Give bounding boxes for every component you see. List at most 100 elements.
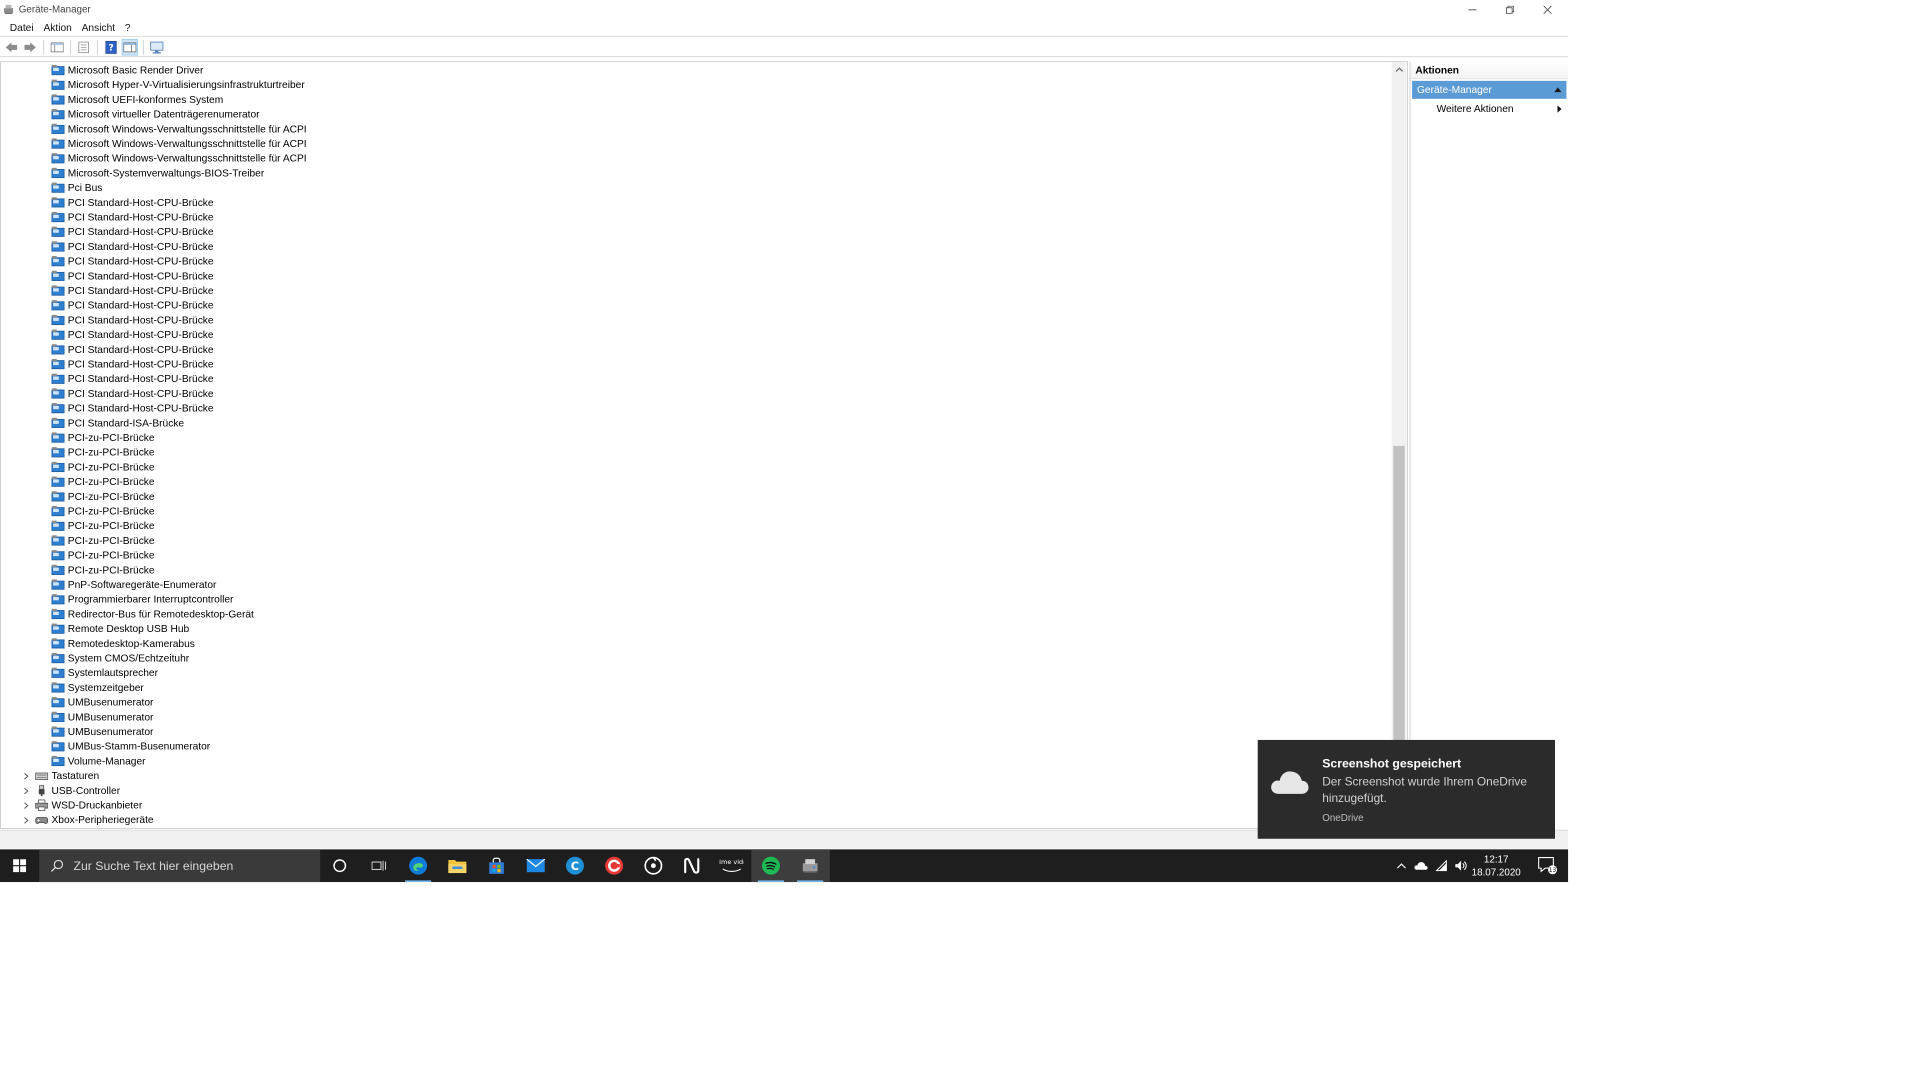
help-button[interactable]: ? bbox=[103, 39, 119, 55]
tree-device-item[interactable]: PCI Standard-Host-CPU-Brücke bbox=[51, 342, 214, 357]
tree-expand-button[interactable] bbox=[22, 783, 30, 798]
tree-device-item[interactable]: PCI Standard-Host-CPU-Brücke bbox=[51, 283, 214, 298]
tree-device-item[interactable]: Microsoft-Systemverwaltungs-BIOS-Treiber bbox=[51, 166, 264, 181]
tree-device-item[interactable]: Volume-Manager bbox=[51, 754, 146, 769]
tree-device-item[interactable]: Microsoft Hyper-V-Virtualisierungsinfras… bbox=[51, 78, 305, 93]
tree-device-item[interactable]: Microsoft Windows-Verwaltungsschnittstel… bbox=[51, 151, 307, 166]
tree-device-item[interactable]: PCI Standard-ISA-Brücke bbox=[51, 416, 184, 431]
actions-section-geraete-manager[interactable]: Geräte-Manager bbox=[1412, 80, 1567, 99]
tree-device-item[interactable]: Remote Desktop USB Hub bbox=[51, 622, 189, 637]
tree-device-item[interactable]: Microsoft Basic Render Driver bbox=[51, 63, 203, 78]
tree-device-item[interactable]: PCI-zu-PCI-Brücke bbox=[51, 489, 155, 504]
spotify-button[interactable] bbox=[751, 849, 791, 883]
tree-device-item[interactable]: Remotedesktop-Kamerabus bbox=[51, 636, 195, 651]
forward-arrow-icon bbox=[24, 42, 36, 52]
action-pane-button[interactable] bbox=[121, 38, 139, 56]
tree-device-item[interactable]: PCI-zu-PCI-Brücke bbox=[51, 533, 155, 548]
start-button[interactable] bbox=[0, 849, 39, 882]
tree-device-item[interactable]: Systemlautsprecher bbox=[51, 666, 158, 681]
tree-device-item[interactable]: PCI Standard-Host-CPU-Brücke bbox=[51, 327, 214, 342]
scan-hardware-button[interactable] bbox=[149, 39, 165, 55]
notion-button[interactable] bbox=[673, 849, 712, 882]
notification-center-button[interactable]: 13 bbox=[1529, 849, 1567, 882]
tree-device-item[interactable]: PCI Standard-Host-CPU-Brücke bbox=[51, 239, 214, 254]
tree-device-item[interactable]: PCI Standard-Host-CPU-Brücke bbox=[51, 357, 214, 372]
tree-device-item[interactable]: PCI Standard-Host-CPU-Brücke bbox=[51, 254, 214, 269]
tree-device-item[interactable]: Microsoft Windows-Verwaltungsschnittstel… bbox=[51, 136, 307, 151]
network-tray-button[interactable] bbox=[1432, 849, 1450, 882]
device-manager-taskbar-button[interactable] bbox=[790, 849, 830, 883]
tree-expand-button[interactable] bbox=[22, 813, 30, 828]
tree-device-item[interactable]: PCI Standard-Host-CPU-Brücke bbox=[51, 386, 214, 401]
menu-ansicht[interactable]: Ansicht bbox=[77, 22, 120, 33]
tree-device-item[interactable]: UMBusenumerator bbox=[51, 710, 153, 725]
tree-device-item[interactable]: PCI Standard-Host-CPU-Brücke bbox=[51, 269, 214, 284]
tree-device-item[interactable]: PCI Standard-Host-CPU-Brücke bbox=[51, 225, 214, 240]
tree-category-item[interactable]: Xbox-Peripheriegeräte bbox=[35, 813, 154, 828]
tree-device-item[interactable]: System CMOS/Echtzeituhr bbox=[51, 651, 189, 666]
tree-device-label: PCI Standard-Host-CPU-Brücke bbox=[67, 211, 214, 223]
tree-device-item[interactable]: PCI Standard-Host-CPU-Brücke bbox=[51, 372, 214, 387]
tree-device-item[interactable]: Microsoft UEFI-konformes System bbox=[51, 92, 223, 107]
store-button[interactable] bbox=[477, 849, 516, 882]
mail-button[interactable] bbox=[516, 849, 555, 882]
task-view-button[interactable] bbox=[359, 849, 398, 882]
menu-datei[interactable]: Datei bbox=[5, 22, 39, 33]
tree-device-item[interactable]: Pci Bus bbox=[51, 180, 102, 195]
back-button[interactable] bbox=[3, 39, 19, 55]
taskbar-search-box[interactable]: Zur Suche Text hier eingeben bbox=[39, 849, 321, 883]
close-button[interactable] bbox=[1529, 0, 1567, 19]
system-device-icon bbox=[51, 182, 65, 193]
forward-button[interactable] bbox=[22, 39, 38, 55]
tree-device-item[interactable]: PnP-Softwaregeräte-Enumerator bbox=[51, 577, 216, 592]
minimize-button[interactable] bbox=[1454, 0, 1492, 19]
tree-device-item[interactable]: PCI Standard-Host-CPU-Brücke bbox=[51, 195, 214, 210]
weitere-aktionen-item[interactable]: Weitere Aktionen bbox=[1410, 99, 1568, 119]
tree-device-item[interactable]: PCI Standard-Host-CPU-Brücke bbox=[51, 210, 214, 225]
tree-category-item[interactable]: WSD-Druckanbieter bbox=[35, 798, 142, 813]
tree-scrollbar[interactable] bbox=[1391, 62, 1407, 829]
show-hidden-icons-button[interactable] bbox=[1393, 849, 1409, 882]
tree-device-item[interactable]: PCI-zu-PCI-Brücke bbox=[51, 504, 155, 519]
ccleaner-button[interactable]: C bbox=[555, 849, 594, 882]
tree-category-item[interactable]: USB-Controller bbox=[35, 783, 120, 798]
music-app-button[interactable] bbox=[634, 849, 673, 882]
tree-device-item[interactable]: Systemzeitgeber bbox=[51, 680, 144, 695]
prime-video-button[interactable]: prime video bbox=[712, 849, 751, 882]
file-explorer-button[interactable] bbox=[438, 849, 477, 882]
menu-aktion[interactable]: Aktion bbox=[39, 22, 77, 33]
actions-pane: Aktionen Geräte-Manager Weitere Aktionen bbox=[1409, 61, 1569, 829]
cortana-button[interactable] bbox=[320, 849, 359, 882]
onedrive-tray-button[interactable] bbox=[1411, 849, 1431, 882]
tree-device-item[interactable]: Programmierbarer Interruptcontroller bbox=[51, 592, 233, 607]
toast-notification[interactable]: Screenshot gespeichert Der Screenshot wu… bbox=[1257, 739, 1555, 839]
console-tree-button[interactable] bbox=[49, 39, 65, 55]
tree-device-item[interactable]: PCI Standard-Host-CPU-Brücke bbox=[51, 313, 214, 328]
antivirus-button[interactable] bbox=[595, 849, 634, 882]
tree-device-item[interactable]: PCI Standard-Host-CPU-Brücke bbox=[51, 298, 214, 313]
properties-button[interactable] bbox=[76, 39, 92, 55]
tree-device-item[interactable]: PCI-zu-PCI-Brücke bbox=[51, 475, 155, 490]
edge-button[interactable] bbox=[399, 849, 438, 883]
tree-expand-button[interactable] bbox=[22, 769, 30, 784]
tree-device-item[interactable]: PCI-zu-PCI-Brücke bbox=[51, 445, 155, 460]
tree-category-item[interactable]: Tastaturen bbox=[35, 769, 99, 784]
tree-device-item[interactable]: PCI-zu-PCI-Brücke bbox=[51, 519, 155, 534]
tree-device-item[interactable]: UMBus-Stamm-Busenumerator bbox=[51, 739, 210, 754]
tree-device-item[interactable]: Microsoft Windows-Verwaltungsschnittstel… bbox=[51, 122, 307, 137]
menu-help[interactable]: ? bbox=[120, 22, 135, 33]
tree-device-item[interactable]: Microsoft virtueller Datenträgerenumerat… bbox=[51, 107, 260, 122]
tree-device-item[interactable]: PCI-zu-PCI-Brücke bbox=[51, 430, 155, 445]
tree-device-item[interactable]: PCI-zu-PCI-Brücke bbox=[51, 548, 155, 563]
tree-device-item[interactable]: PCI-zu-PCI-Brücke bbox=[51, 460, 155, 475]
tree-device-item[interactable]: PCI-zu-PCI-Brücke bbox=[51, 563, 155, 578]
tree-device-item[interactable]: Redirector-Bus für Remotedesktop-Gerät bbox=[51, 607, 254, 622]
tree-expand-button[interactable] bbox=[22, 798, 30, 813]
volume-tray-button[interactable] bbox=[1452, 849, 1470, 882]
scroll-up-button[interactable] bbox=[1392, 62, 1407, 76]
tree-device-item[interactable]: PCI Standard-Host-CPU-Brücke bbox=[51, 401, 214, 416]
tree-device-item[interactable]: UMBusenumerator bbox=[51, 695, 153, 710]
tree-device-item[interactable]: UMBusenumerator bbox=[51, 724, 153, 739]
restore-button[interactable] bbox=[1491, 0, 1529, 19]
tray-clock[interactable]: 12:17 18.07.2020 bbox=[1470, 853, 1522, 879]
